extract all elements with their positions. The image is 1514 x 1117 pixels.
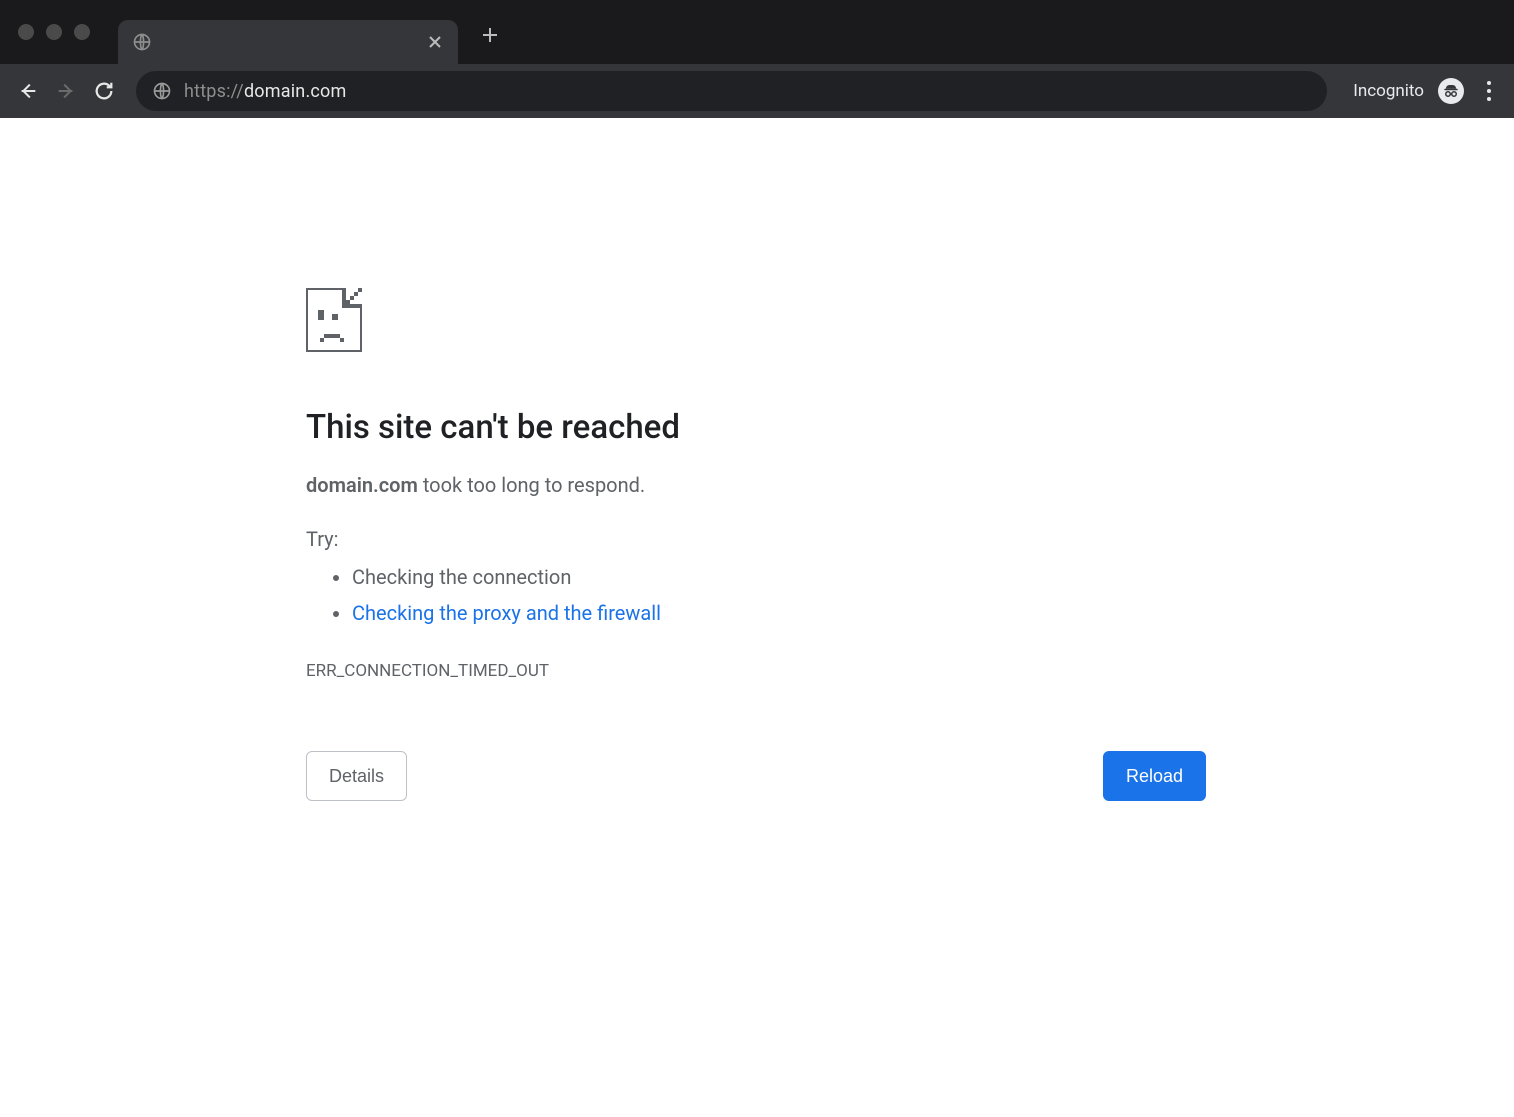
error-message-suffix: took too long to respond. <box>418 473 645 497</box>
browser-tab[interactable] <box>118 20 458 64</box>
tab-strip <box>0 0 1514 64</box>
error-host: domain.com <box>306 473 418 497</box>
toolbar-right: Incognito <box>1353 78 1500 104</box>
suggestion-list: Checking the connection Checking the pro… <box>306 559 1026 631</box>
sad-file-icon <box>306 288 366 356</box>
suggestion-text: Checking the connection <box>352 565 571 589</box>
url-scheme: https:// <box>184 81 244 102</box>
suggestion-item: Checking the connection <box>352 559 1026 595</box>
incognito-icon[interactable] <box>1438 78 1464 104</box>
page-content: This site can't be reached domain.com to… <box>0 118 1514 1117</box>
menu-button[interactable] <box>1478 80 1500 102</box>
incognito-label: Incognito <box>1353 81 1424 101</box>
url-text: https://domain.com <box>184 81 346 102</box>
suggestion-item: Checking the proxy and the firewall <box>352 595 1026 631</box>
globe-icon <box>132 32 152 52</box>
suggestion-link[interactable]: Checking the proxy and the firewall <box>352 601 661 625</box>
try-label: Try: <box>306 527 1026 551</box>
window-maximize-dot[interactable] <box>74 24 90 40</box>
error-code: ERR_CONNECTION_TIMED_OUT <box>306 661 1026 681</box>
toolbar: https://domain.com Incognito <box>0 64 1514 118</box>
url-host: domain.com <box>244 81 347 102</box>
reload-page-button[interactable]: Reload <box>1103 751 1206 801</box>
address-bar[interactable]: https://domain.com <box>136 71 1327 111</box>
new-tab-button[interactable] <box>476 21 504 49</box>
details-button[interactable]: Details <box>306 751 407 801</box>
error-title: This site can't be reached <box>306 408 1026 447</box>
error-message: domain.com took too long to respond. <box>306 473 1026 497</box>
window-controls <box>18 24 90 40</box>
error-container: This site can't be reached domain.com to… <box>306 288 1026 681</box>
back-button[interactable] <box>14 77 42 105</box>
button-row: Details Reload <box>306 751 1206 801</box>
close-tab-icon[interactable] <box>426 33 444 51</box>
window-close-dot[interactable] <box>18 24 34 40</box>
browser-chrome: https://domain.com Incognito <box>0 0 1514 118</box>
forward-button[interactable] <box>52 77 80 105</box>
window-minimize-dot[interactable] <box>46 24 62 40</box>
site-globe-icon <box>152 81 172 101</box>
reload-button[interactable] <box>90 77 118 105</box>
